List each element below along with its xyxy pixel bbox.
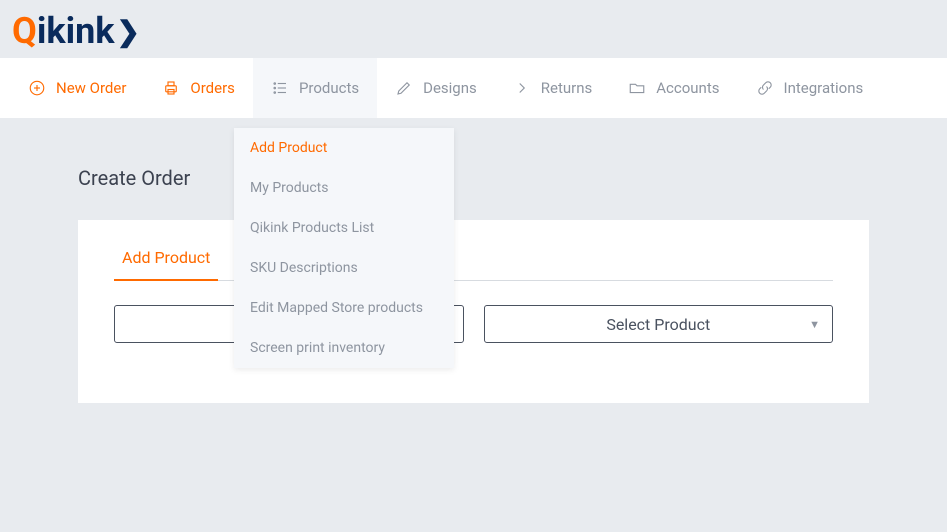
pencil-icon — [395, 79, 413, 97]
logo: Qikink❯ — [12, 10, 935, 52]
nav-products[interactable]: Products — [253, 58, 377, 118]
logo-arrow-icon: ❯ — [117, 15, 140, 48]
nav-label: Designs — [423, 79, 477, 97]
printer-icon — [162, 79, 180, 97]
nav-label: New Order — [56, 79, 126, 97]
logo-ikink: ikink — [37, 10, 115, 52]
folder-icon — [628, 79, 646, 97]
nav-label: Accounts — [656, 79, 719, 97]
nav-integrations[interactable]: Integrations — [738, 58, 882, 118]
nav-label: Returns — [541, 79, 592, 97]
nav-orders[interactable]: Orders — [144, 58, 253, 118]
select-value: Select Product — [606, 315, 710, 334]
link-icon — [756, 79, 774, 97]
logo-bar: Qikink❯ — [0, 0, 947, 58]
nav-label: Products — [299, 79, 359, 97]
caret-down-icon: ▼ — [809, 318, 820, 331]
nav-returns[interactable]: Returns — [495, 58, 610, 118]
nav-new-order[interactable]: New Order — [10, 58, 144, 118]
main-nav: New Order Orders Products Designs Return… — [0, 58, 947, 118]
list-icon — [271, 79, 289, 97]
chevron-right-icon — [513, 79, 531, 97]
dropdown-item-my-products[interactable]: My Products — [234, 168, 454, 208]
page-title: Create Order — [78, 166, 869, 190]
select-row: Men's ▼ Select Product ▼ — [114, 305, 833, 343]
dropdown-item-add-product[interactable]: Add Product — [234, 128, 454, 168]
dropdown-item-products-list[interactable]: Qikink Products List — [234, 208, 454, 248]
plus-circle-icon — [28, 79, 46, 97]
products-dropdown: Add Product My Products Qikink Products … — [234, 128, 454, 368]
dropdown-item-edit-mapped[interactable]: Edit Mapped Store products — [234, 288, 454, 328]
dropdown-item-sku-descriptions[interactable]: SKU Descriptions — [234, 248, 454, 288]
dropdown-item-screen-print[interactable]: Screen print inventory — [234, 328, 454, 368]
nav-accounts[interactable]: Accounts — [610, 58, 737, 118]
nav-label: Orders — [190, 79, 235, 97]
tab-add-product[interactable]: Add Product — [114, 248, 218, 281]
product-select[interactable]: Select Product ▼ — [484, 305, 834, 343]
nav-designs[interactable]: Designs — [377, 58, 495, 118]
content: Create Order Add Product Men's ▼ Select … — [0, 118, 947, 403]
card: Add Product Men's ▼ Select Product ▼ — [78, 220, 869, 403]
tabs: Add Product — [114, 248, 833, 281]
nav-label: Integrations — [784, 79, 864, 97]
logo-q: Q — [12, 10, 37, 52]
